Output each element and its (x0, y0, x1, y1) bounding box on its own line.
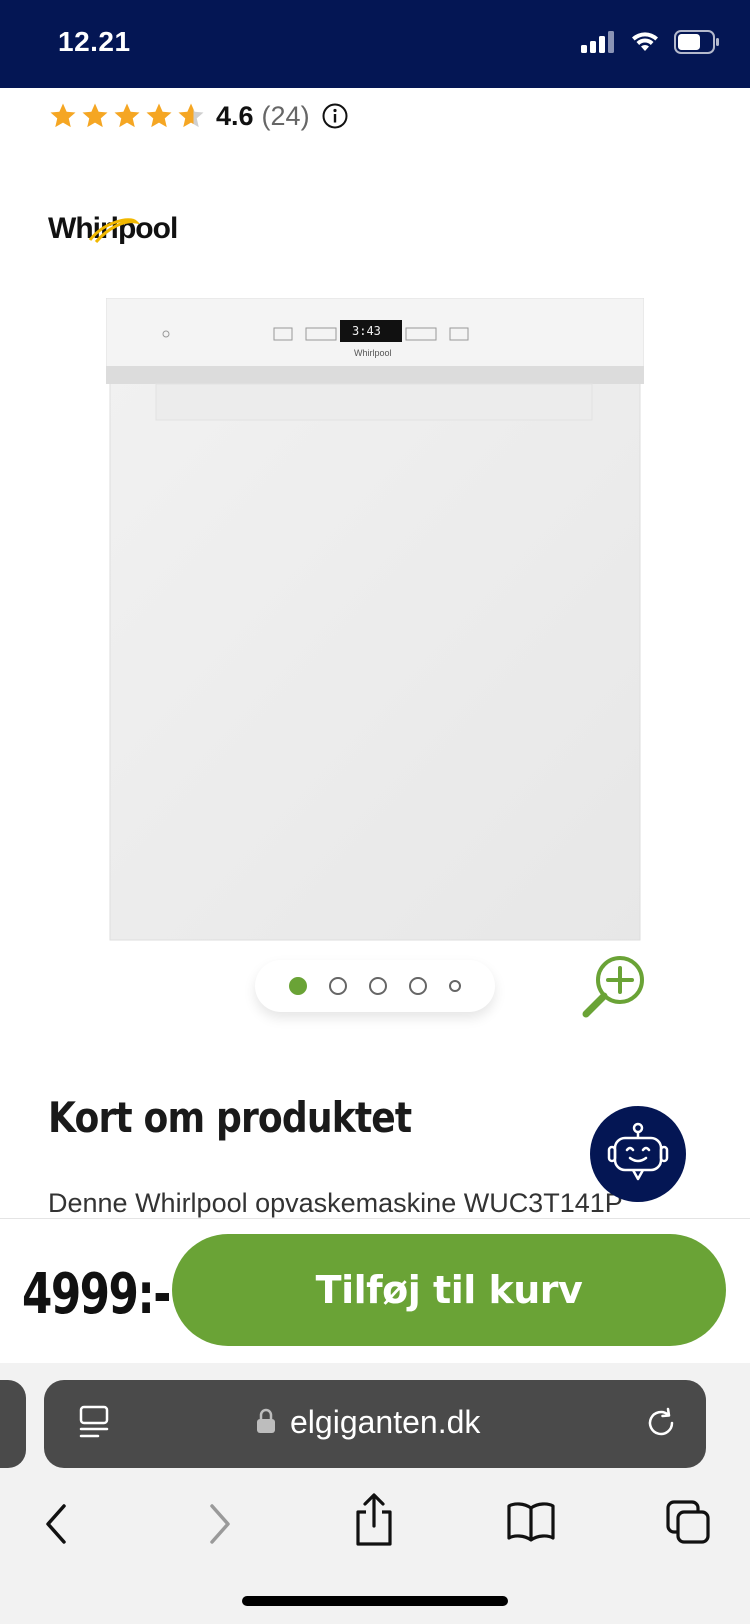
status-time: 12.21 (58, 26, 131, 57)
brand-swoosh (88, 218, 141, 243)
product-image[interactable]: 3:43 Whirlpool (106, 298, 644, 943)
reader-icon[interactable] (78, 1404, 112, 1440)
home-indicator (242, 1596, 508, 1606)
carousel-dot-2[interactable] (329, 977, 347, 995)
product-rating[interactable]: 4.6 (24) (48, 96, 348, 136)
star-half-icon (178, 103, 204, 128)
section-title: Kort om produktet (48, 1093, 412, 1142)
carousel-dot-3[interactable] (369, 977, 387, 995)
rating-stars (48, 101, 206, 131)
dishwasher-panel-brand: Whirlpool (354, 348, 392, 358)
chatbot-icon (607, 1122, 669, 1181)
rating-value: 4.6 (216, 100, 254, 131)
star-icon (50, 103, 76, 128)
wifi-icon (632, 32, 658, 51)
zoom-in-icon[interactable] (578, 952, 650, 1024)
battery-icon (674, 30, 719, 54)
star-icon (114, 103, 140, 128)
forward-icon[interactable] (204, 1502, 234, 1546)
reload-icon[interactable] (644, 1406, 678, 1440)
product-price: 4999:- (22, 1262, 171, 1327)
star-icon (82, 103, 108, 128)
rating-count: (24) (261, 100, 310, 131)
dishwasher-display: 3:43 (352, 324, 381, 338)
carousel-dot-4[interactable] (409, 977, 427, 995)
star-icon (146, 103, 172, 128)
carousel-dot-5[interactable] (449, 980, 461, 992)
share-icon[interactable] (352, 1492, 396, 1548)
info-icon[interactable] (322, 103, 348, 129)
carousel-dot-1[interactable] (289, 977, 307, 995)
tabs-icon[interactable] (664, 1498, 712, 1546)
address-url[interactable]: elgiganten.dk (290, 1404, 480, 1441)
previous-tab-peek[interactable] (0, 1380, 26, 1468)
add-to-cart-button[interactable]: Tilføj til kurv (172, 1234, 726, 1346)
browser-toolbar (0, 1490, 750, 1560)
product-description: Denne Whirlpool opvaskemaskine WUC3T141P (48, 1188, 623, 1218)
bookmarks-icon[interactable] (506, 1500, 556, 1544)
back-icon[interactable] (42, 1502, 72, 1546)
add-to-cart-label: Tilføj til kurv (315, 1268, 583, 1312)
signal-icon (581, 31, 614, 53)
image-carousel-indicator[interactable] (255, 960, 495, 1012)
brand-logo[interactable]: Whirlpool (48, 212, 178, 246)
chatbot-button[interactable] (590, 1106, 686, 1202)
status-icons (580, 30, 720, 54)
lock-icon (257, 1408, 275, 1433)
